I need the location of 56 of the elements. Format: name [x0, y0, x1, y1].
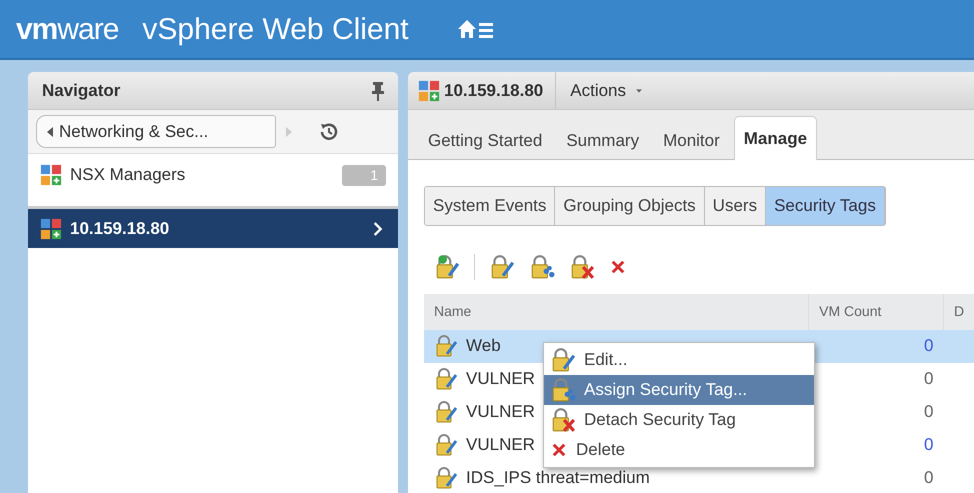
subtab[interactable]: System Events	[425, 187, 556, 224]
edit-tag-icon	[434, 334, 458, 358]
assign-tag-icon	[550, 377, 576, 403]
panel-title: Navigator	[42, 80, 120, 102]
subtab[interactable]: Grouping Objects	[555, 187, 705, 224]
nav-item-label: NSX Managers	[70, 164, 186, 186]
column-header[interactable]: Name	[424, 294, 809, 330]
detach-tag-icon	[550, 407, 576, 433]
column-header[interactable]: D	[944, 294, 974, 330]
new-tag-icon[interactable]	[434, 254, 460, 280]
nav-item[interactable]: NSX Managers 1	[28, 154, 398, 196]
tag-name: Web	[466, 335, 501, 358]
detach-tag-icon[interactable]	[569, 254, 595, 280]
menu-item[interactable]: Edit...	[544, 345, 814, 375]
menu-item[interactable]: Assign Security Tag...	[544, 375, 814, 405]
object-title: 10.159.18.80	[444, 80, 544, 102]
back-arrow-icon	[45, 126, 55, 138]
vm-count: 0	[808, 330, 944, 362]
subtab[interactable]: Users	[704, 187, 766, 224]
history-icon[interactable]	[318, 120, 340, 142]
edit-tag-icon	[434, 367, 458, 391]
delete-icon[interactable]	[609, 258, 627, 276]
vm-count: 0	[923, 401, 935, 424]
pin-icon[interactable]	[372, 80, 384, 100]
nsx-manager-icon	[40, 218, 62, 240]
vm-count: 0	[923, 434, 935, 456]
nsx-manager-icon	[40, 164, 62, 186]
edit-tag-icon	[434, 433, 458, 457]
tab[interactable]: Manage	[734, 116, 818, 160]
actions-button[interactable]: Actions	[556, 78, 658, 104]
assign-tag-icon[interactable]	[529, 254, 555, 280]
edit-tag-icon	[550, 347, 576, 373]
app-title: vSphere Web Client	[142, 12, 409, 48]
back-button[interactable]: Networking & Sec...	[36, 114, 276, 148]
subtab[interactable]: Security Tags	[766, 187, 885, 224]
tag-name: VULNER	[466, 401, 535, 424]
edit-tag-icon	[434, 400, 458, 424]
tag-name: VULNER	[466, 434, 535, 456]
edit-tag-icon	[434, 466, 458, 490]
tab[interactable]: Getting Started	[418, 120, 552, 160]
delete-icon	[550, 441, 568, 459]
tag-name: IDS_IPS threat=medium	[466, 467, 650, 490]
nav-item-label: 10.159.18.80	[70, 218, 170, 240]
tab[interactable]: Monitor	[653, 120, 730, 160]
menu-item[interactable]: Delete	[544, 435, 814, 465]
nav-item[interactable]: 10.159.18.80	[28, 206, 398, 248]
menu-item[interactable]: Detach Security Tag	[544, 405, 814, 435]
tab[interactable]: Summary	[556, 120, 650, 160]
count-badge: 1	[342, 164, 386, 186]
edit-tag-icon[interactable]	[489, 254, 515, 280]
vm-count: 0	[923, 467, 935, 490]
column-header[interactable]: VM Count	[808, 294, 944, 330]
vmware-logo: vmware	[16, 12, 118, 48]
nsx-manager-icon	[418, 80, 440, 102]
tag-name: VULNER	[466, 368, 535, 390]
home-menu-icon[interactable]	[456, 17, 495, 41]
